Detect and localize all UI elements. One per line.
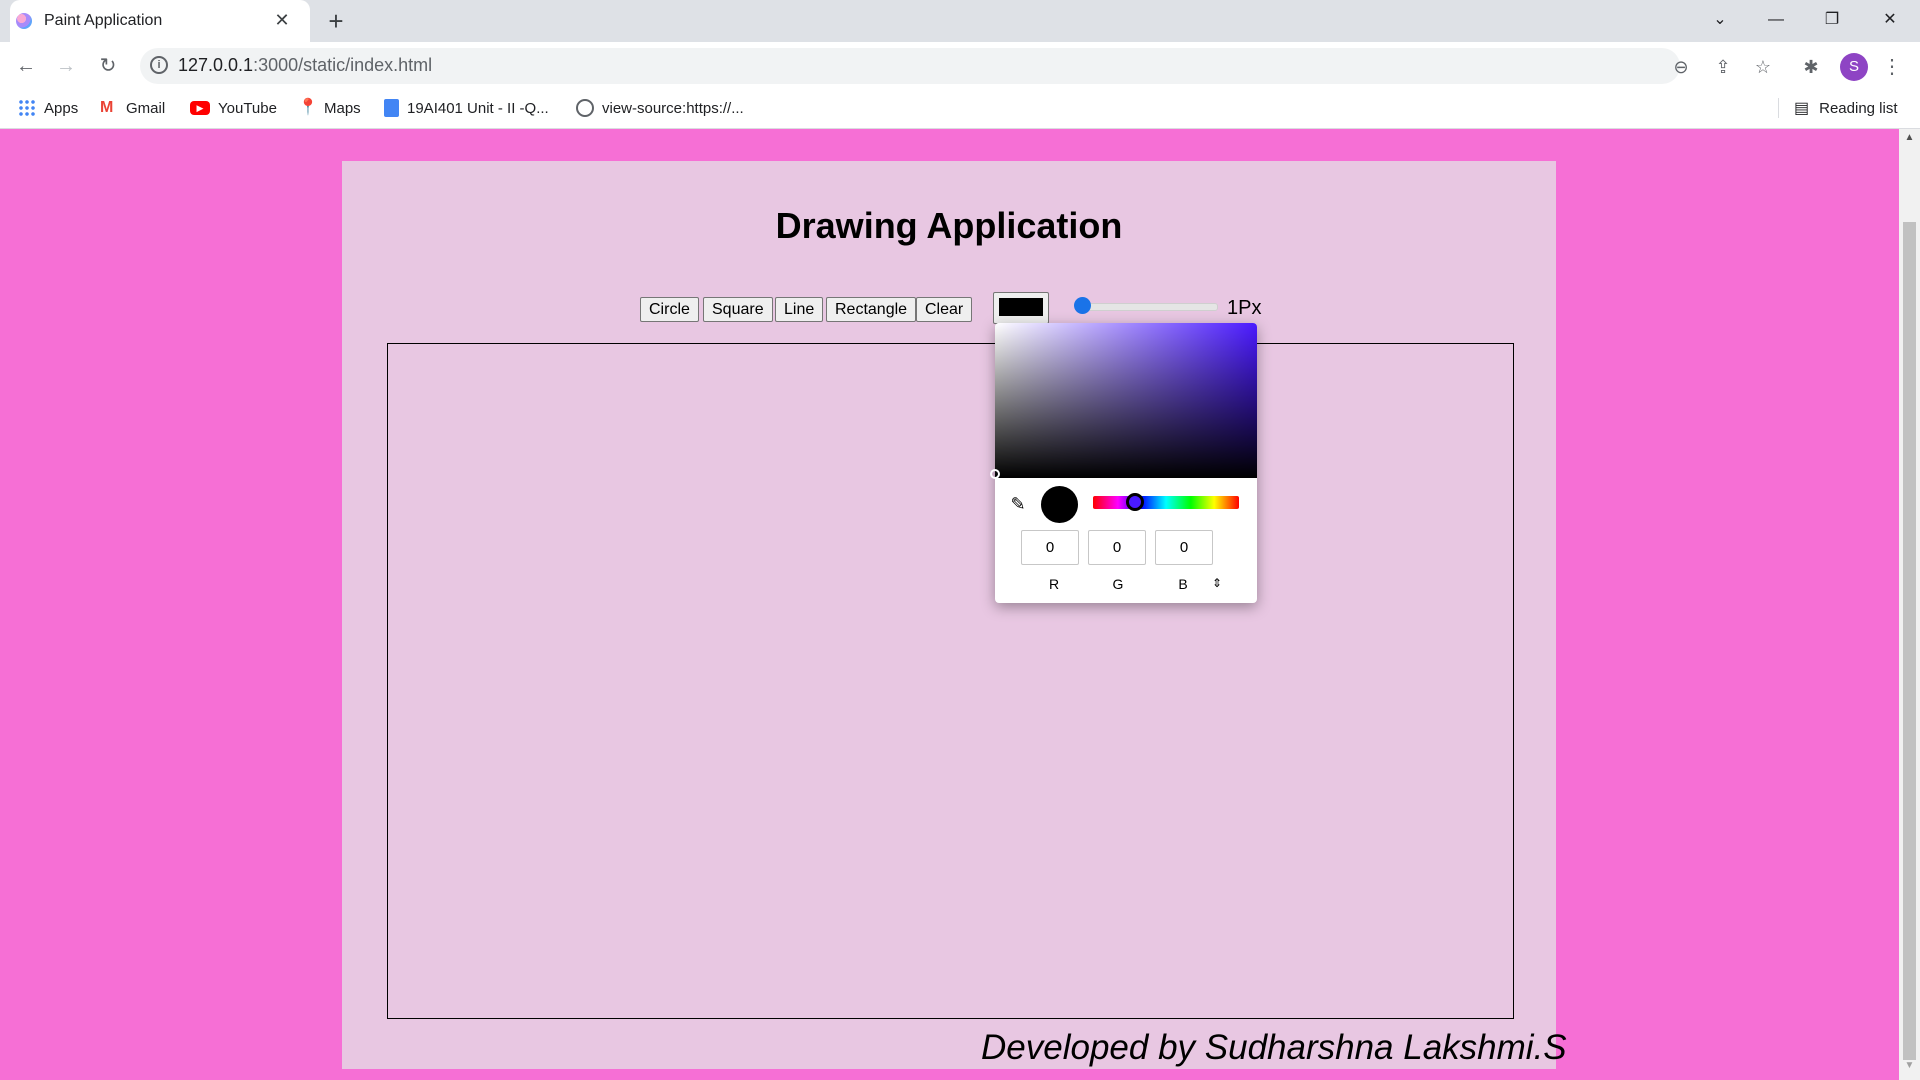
color-swatch[interactable] xyxy=(999,298,1043,316)
url-text[interactable]: 127.0.0.1:3000/static/index.html xyxy=(178,55,432,76)
bookmark-apps[interactable]: Apps xyxy=(18,96,78,120)
color-mode-toggle-icon[interactable]: ⇕ xyxy=(1210,574,1224,592)
bookmarks-divider xyxy=(1778,98,1779,118)
youtube-icon: ▶ xyxy=(190,101,210,115)
minimize-button[interactable]: — xyxy=(1748,0,1804,40)
blue-value-input[interactable]: 0 xyxy=(1155,530,1213,565)
hue-slider[interactable] xyxy=(1093,496,1239,509)
bookmark-label: YouTube xyxy=(218,99,277,117)
bookmark-gmail[interactable]: M Gmail xyxy=(100,96,165,120)
restore-button[interactable]: ❐ xyxy=(1804,0,1860,40)
reading-list-icon: ▤ xyxy=(1794,100,1810,117)
brush-size-slider-thumb[interactable] xyxy=(1074,297,1091,314)
rectangle-button[interactable]: Rectangle xyxy=(826,297,917,322)
tab-search-icon[interactable]: ⌄ xyxy=(1692,0,1748,40)
brush-size-slider[interactable] xyxy=(1076,303,1218,311)
back-arrow-icon[interactable]: ← xyxy=(10,50,42,82)
zoom-icon[interactable]: ⊖ xyxy=(1668,54,1694,80)
tab-title: Paint Application xyxy=(44,12,163,29)
bookmark-label: Apps xyxy=(44,99,79,117)
tab-close-icon[interactable]: ✕ xyxy=(270,8,294,32)
forward-arrow-icon[interactable]: → xyxy=(50,50,82,82)
maps-pin-icon: 📍 xyxy=(298,99,318,116)
bookmark-label: Gmail xyxy=(126,99,166,117)
saturation-value-area[interactable] xyxy=(995,323,1257,478)
hue-slider-handle[interactable] xyxy=(1126,493,1144,511)
scroll-up-icon[interactable]: ▲ xyxy=(1902,132,1917,148)
drawing-canvas[interactable] xyxy=(387,343,1514,1019)
bookmark-view-source[interactable]: view-source:https://... xyxy=(576,96,744,120)
scroll-down-icon[interactable]: ▼ xyxy=(1902,1060,1917,1076)
reload-icon[interactable]: ↻ xyxy=(92,50,124,82)
bookmark-docs[interactable]: 19AI401 Unit - II -Q... xyxy=(384,96,549,120)
saturation-value-handle[interactable] xyxy=(990,469,1000,479)
bookmark-label: view-source:https://... xyxy=(602,99,744,117)
blue-label: B xyxy=(1178,576,1188,592)
reading-list-button[interactable]: ▤ Reading list xyxy=(1794,96,1898,120)
red-value-input[interactable]: 0 xyxy=(1021,530,1079,565)
extensions-icon[interactable]: ✱ xyxy=(1798,54,1824,80)
tab-favicon-icon xyxy=(16,13,32,29)
close-window-button[interactable]: ✕ xyxy=(1862,0,1918,40)
page-title: Drawing Application xyxy=(775,205,1123,246)
circle-button[interactable]: Circle xyxy=(640,297,699,322)
square-button[interactable]: Square xyxy=(703,297,773,322)
scrollbar-thumb[interactable] xyxy=(1903,222,1916,1060)
reading-list-label: Reading list xyxy=(1819,99,1898,117)
bookmarks-bar xyxy=(0,88,1920,129)
line-button[interactable]: Line xyxy=(775,297,824,322)
globe-icon xyxy=(576,99,594,117)
eyedropper-icon[interactable]: ✎ xyxy=(1006,492,1030,516)
green-label: G xyxy=(1112,576,1124,592)
color-preview xyxy=(1041,486,1078,523)
footer-credit: Developed by Sudharshna Lakshmi.S xyxy=(981,1028,1567,1067)
apps-grid-icon xyxy=(18,99,36,117)
red-label: R xyxy=(1048,576,1060,592)
clear-button[interactable]: Clear xyxy=(916,297,973,322)
bookmark-youtube[interactable]: ▶ YouTube xyxy=(190,96,277,120)
share-icon[interactable]: ⇪ xyxy=(1710,54,1736,80)
bookmark-maps[interactable]: 📍 Maps xyxy=(298,96,361,120)
green-value-input[interactable]: 0 xyxy=(1088,530,1146,565)
site-info-icon[interactable]: i xyxy=(150,56,168,74)
profile-avatar[interactable]: S xyxy=(1840,53,1868,81)
brush-size-label: 1Px xyxy=(1227,297,1262,319)
bookmark-label: 19AI401 Unit - II -Q... xyxy=(407,99,549,117)
bookmark-star-icon[interactable]: ☆ xyxy=(1750,54,1776,80)
url-host: 127.0.0.1 xyxy=(178,55,254,75)
new-tab-button[interactable]: + xyxy=(322,8,350,36)
bookmark-label: Maps xyxy=(324,99,361,117)
menu-icon[interactable]: ⋮ xyxy=(1882,53,1902,81)
gmail-icon: M xyxy=(100,99,114,116)
url-path: :3000/static/index.html xyxy=(253,55,433,75)
docs-icon xyxy=(384,99,399,117)
